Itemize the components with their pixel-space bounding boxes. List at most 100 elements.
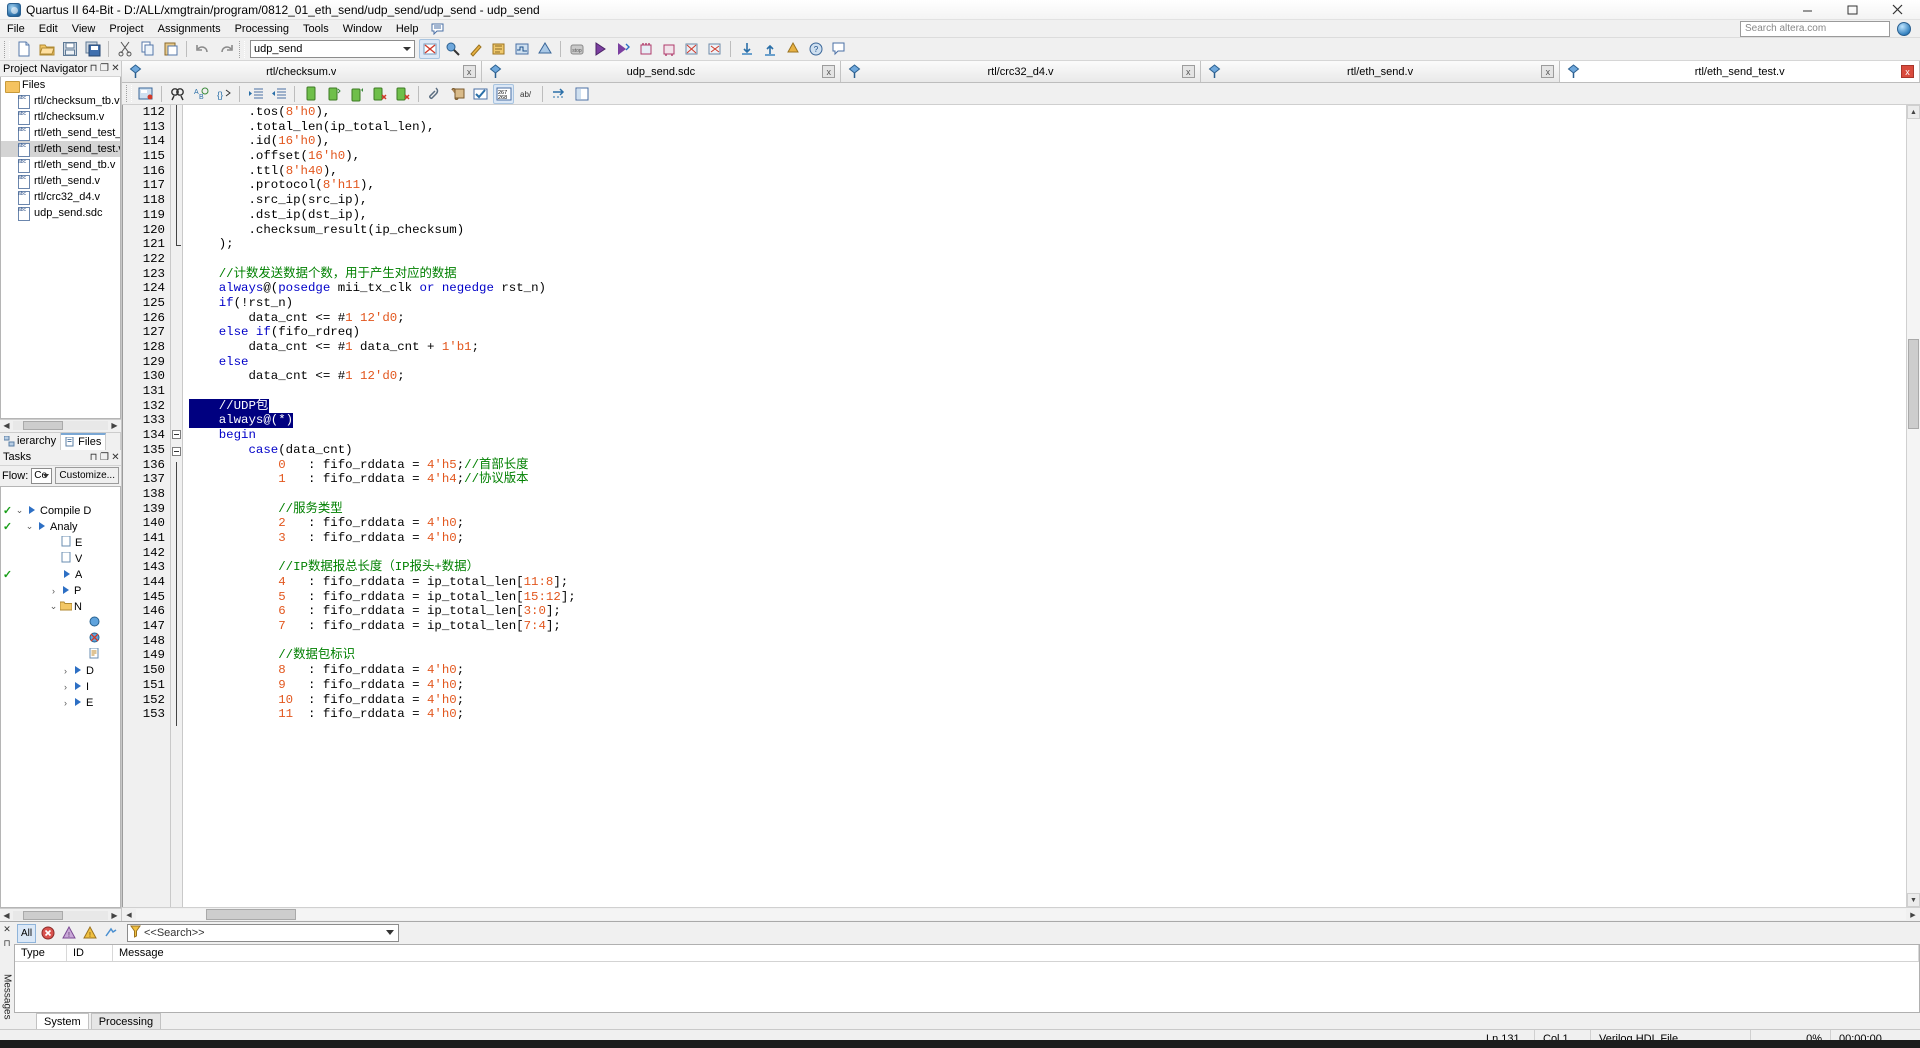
tasks-hscrollbar[interactable]: ◀ ▶ — [0, 908, 121, 921]
menu-tools[interactable]: Tools — [296, 21, 336, 37]
help-icon[interactable]: ? — [805, 39, 826, 59]
code-line[interactable]: 2 : fifo_rddata = 4'h0; — [189, 516, 1906, 531]
code-line[interactable]: always@(posedge mii_tx_clk or negedge rs… — [189, 281, 1906, 296]
menu-window[interactable]: Window — [336, 21, 389, 37]
assembler-icon[interactable] — [488, 39, 509, 59]
close-icon[interactable]: ✕ — [110, 452, 121, 463]
find-replace-icon[interactable] — [135, 84, 156, 104]
code-line[interactable]: data_cnt <= #1 12'd0; — [189, 311, 1906, 326]
chevron-down-icon[interactable] — [403, 47, 411, 51]
code-line[interactable]: begin — [189, 428, 1906, 443]
list-item[interactable]: abc rtl/eth_send.v — [1, 173, 120, 189]
code-line[interactable]: .src_ip(src_ip), — [189, 193, 1906, 208]
editor-vscrollbar[interactable]: ▲ ▼ — [1906, 105, 1920, 907]
table-row[interactable] — [1, 647, 120, 663]
chevron-down-icon[interactable]: ⌄ — [48, 601, 59, 612]
code-line[interactable]: .offset(16'h0), — [189, 149, 1906, 164]
messages-search-input[interactable]: <<Search>> — [127, 924, 399, 942]
vscroll-track[interactable] — [1907, 119, 1920, 893]
messages-grid[interactable]: Type ID Message — [14, 944, 1920, 1013]
paste-icon[interactable] — [160, 39, 181, 59]
compile-design-icon[interactable] — [419, 39, 440, 59]
tree-root-files[interactable]: Files — [1, 77, 120, 93]
list-item[interactable]: abc rtl/checksum.v — [1, 109, 120, 125]
pin-icon[interactable]: ⊓ — [88, 452, 99, 463]
code-line[interactable]: 5 : fifo_rddata = ip_total_len[15:12]; — [189, 590, 1906, 605]
globe-icon[interactable] — [1897, 22, 1911, 36]
download-icon[interactable] — [736, 39, 757, 59]
code-line[interactable]: .ttl(8'h40), — [189, 164, 1906, 179]
scroll-track[interactable] — [13, 910, 108, 920]
code-line[interactable] — [189, 252, 1906, 267]
code-line[interactable]: .checksum_result(ip_checksum) — [189, 223, 1906, 238]
cut-icon[interactable] — [114, 39, 135, 59]
tab-system[interactable]: System — [36, 1013, 89, 1029]
pin-planner-icon[interactable] — [635, 39, 656, 59]
code-line[interactable]: 9 : fifo_rddata = 4'h0; — [189, 678, 1906, 693]
code-line[interactable]: //IP数据报总长度（IP报头+数据） — [189, 560, 1906, 575]
scroll-left-icon[interactable]: ◀ — [122, 911, 136, 919]
vscroll-thumb[interactable] — [1908, 339, 1919, 429]
maximize-button[interactable] — [1830, 0, 1875, 20]
hscroll-track[interactable] — [136, 909, 1906, 920]
pin-icon[interactable]: ⊓ — [88, 63, 99, 74]
table-row[interactable]: ✓ ⌄ Compile D — [1, 503, 120, 519]
column-message[interactable]: Message — [113, 945, 1919, 961]
editor-toolbar-grip[interactable] — [126, 85, 132, 102]
code-line[interactable]: 1 : fifo_rddata = 4'h4;//协议版本 — [189, 472, 1906, 487]
code-line[interactable]: //计数发送数据个数，用于产生对应的数据 — [189, 267, 1906, 282]
comment-icon[interactable] — [300, 84, 321, 104]
column-type[interactable]: Type — [15, 945, 67, 961]
close-icon[interactable]: x — [1900, 65, 1914, 78]
start-analysis-icon[interactable] — [612, 39, 633, 59]
speech-balloon-icon[interactable] — [431, 23, 444, 35]
project-revision-combo[interactable]: udp_send — [250, 40, 415, 58]
tasks-grid[interactable]: ✓ ⌄ Compile D ✓ ⌄ Analy E V ✓ A › P ⌄ N … — [0, 485, 121, 908]
toolbar-grip-2[interactable] — [239, 40, 245, 58]
minimize-button[interactable] — [1785, 0, 1830, 20]
fold-collapse-icon[interactable] — [171, 430, 182, 445]
code-line[interactable]: if(!rst_n) — [189, 296, 1906, 311]
code-line[interactable]: 3 : fifo_rddata = 4'h0; — [189, 531, 1906, 546]
indent-icon[interactable] — [245, 84, 266, 104]
chevron-right-icon[interactable]: › — [60, 682, 71, 692]
goto-icon[interactable]: {} — [213, 84, 234, 104]
table-row[interactable] — [1, 615, 120, 631]
code-line[interactable]: .protocol(8'h11), — [189, 178, 1906, 193]
uncomment-icon[interactable] — [323, 84, 344, 104]
menu-processing[interactable]: Processing — [228, 21, 296, 37]
scroll-right-icon[interactable]: ▶ — [108, 911, 121, 920]
editor-hscrollbar[interactable]: ◀ ▶ — [122, 907, 1920, 921]
table-row[interactable] — [1, 631, 120, 647]
close-icon[interactable]: ✕ — [3, 924, 11, 935]
code-line[interactable]: .dst_ip(dst_ip), — [189, 208, 1906, 223]
word-wrap-icon[interactable]: ab/ — [516, 84, 537, 104]
code-line[interactable]: 10 : fifo_rddata = 4'h0; — [189, 693, 1906, 708]
chevron-right-icon[interactable]: › — [60, 666, 71, 676]
navigator-hscrollbar[interactable]: ◀ ▶ — [0, 418, 121, 432]
table-row[interactable]: ⌄ N — [1, 599, 120, 615]
rtl-viewer-icon[interactable] — [681, 39, 702, 59]
list-item[interactable]: abc udp_send.sdc — [1, 205, 120, 221]
table-row[interactable]: ✓ A — [1, 567, 120, 583]
table-row[interactable]: › E — [1, 695, 120, 711]
outdent-icon[interactable] — [268, 84, 289, 104]
code-line[interactable] — [189, 634, 1906, 649]
warning-icon[interactable]: ! — [80, 924, 99, 943]
info-icon[interactable] — [101, 924, 120, 943]
list-item[interactable]: abc rtl/eth_send_test_tb — [1, 125, 120, 141]
code-content[interactable]: .tos(8'h0), .total_len(ip_total_len), .i… — [183, 105, 1906, 907]
chevron-down-icon[interactable]: ⌄ — [24, 521, 35, 532]
column-select-icon[interactable] — [571, 84, 592, 104]
scroll-track[interactable] — [13, 421, 108, 430]
chevron-down-icon[interactable] — [43, 473, 50, 478]
table-row[interactable]: › I — [1, 679, 120, 695]
table-row[interactable]: › D — [1, 663, 120, 679]
table-row[interactable] — [1, 487, 120, 503]
tab-rtl-crc32-d4-v[interactable]: rtl/crc32_d4.v x — [841, 61, 1201, 82]
close-button[interactable] — [1875, 0, 1920, 20]
restore-icon[interactable]: ❐ — [99, 63, 110, 74]
tab-udp-send-sdc[interactable]: udp_send.sdc x — [481, 61, 842, 82]
hscroll-thumb[interactable] — [206, 909, 296, 920]
start-compilation-icon[interactable] — [589, 39, 610, 59]
